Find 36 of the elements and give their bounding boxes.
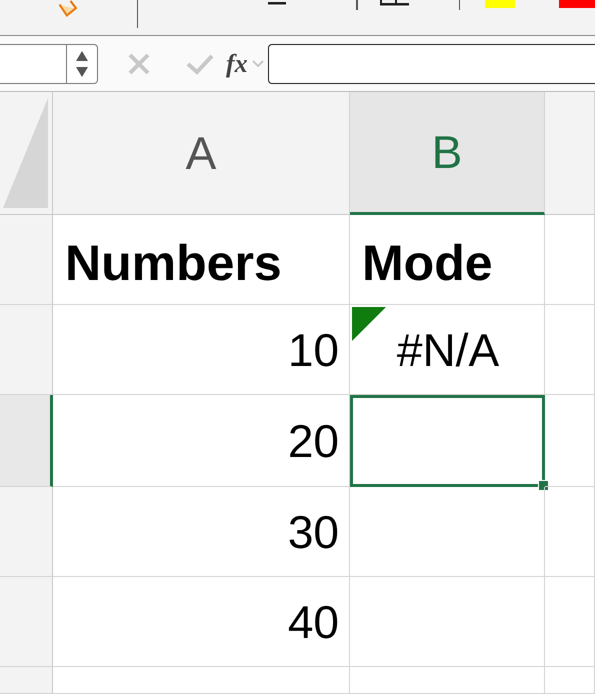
insert-function-button[interactable]: fx bbox=[226, 48, 248, 78]
column-header[interactable]: B bbox=[350, 92, 545, 215]
column-header[interactable] bbox=[545, 92, 595, 215]
table-cell[interactable]: Mode bbox=[350, 215, 545, 305]
table-cell[interactable]: Numbers bbox=[53, 215, 350, 305]
font-color-swatch[interactable] bbox=[558, 0, 595, 8]
table-cell[interactable]: 20 bbox=[53, 395, 350, 487]
table-cell[interactable]: 10 bbox=[53, 305, 350, 395]
table-cell[interactable] bbox=[545, 305, 595, 395]
table-cell[interactable] bbox=[53, 667, 350, 694]
table-cell[interactable] bbox=[545, 577, 595, 667]
underline-icon[interactable] bbox=[268, 2, 286, 6]
table-cell[interactable] bbox=[545, 215, 595, 305]
table-cell[interactable] bbox=[545, 395, 595, 487]
table-cell[interactable]: #N/A bbox=[350, 305, 545, 395]
table-cell[interactable] bbox=[545, 667, 595, 694]
table-cell[interactable] bbox=[545, 487, 595, 577]
name-box[interactable] bbox=[0, 44, 98, 84]
table-cell[interactable]: 30 bbox=[53, 487, 350, 577]
cancel-icon[interactable] bbox=[128, 52, 150, 74]
borders-icon[interactable] bbox=[380, 0, 409, 6]
table-cell[interactable] bbox=[350, 667, 545, 694]
row-header[interactable] bbox=[0, 395, 53, 487]
fill-handle[interactable] bbox=[538, 480, 549, 491]
select-all-triangle-icon bbox=[3, 98, 48, 208]
table-cell[interactable] bbox=[350, 487, 545, 577]
table-cell[interactable] bbox=[350, 577, 545, 667]
enter-check-icon[interactable] bbox=[186, 52, 214, 74]
column-header[interactable]: A bbox=[53, 92, 350, 215]
select-all-button[interactable] bbox=[0, 92, 53, 215]
formula-input-field[interactable] bbox=[268, 44, 595, 84]
error-indicator-icon bbox=[352, 307, 386, 341]
highlight-color-swatch[interactable] bbox=[485, 0, 515, 8]
caret-icon[interactable] bbox=[252, 60, 264, 68]
table-cell[interactable]: 40 bbox=[53, 577, 350, 667]
spinner-arrows-icon[interactable] bbox=[75, 48, 89, 78]
